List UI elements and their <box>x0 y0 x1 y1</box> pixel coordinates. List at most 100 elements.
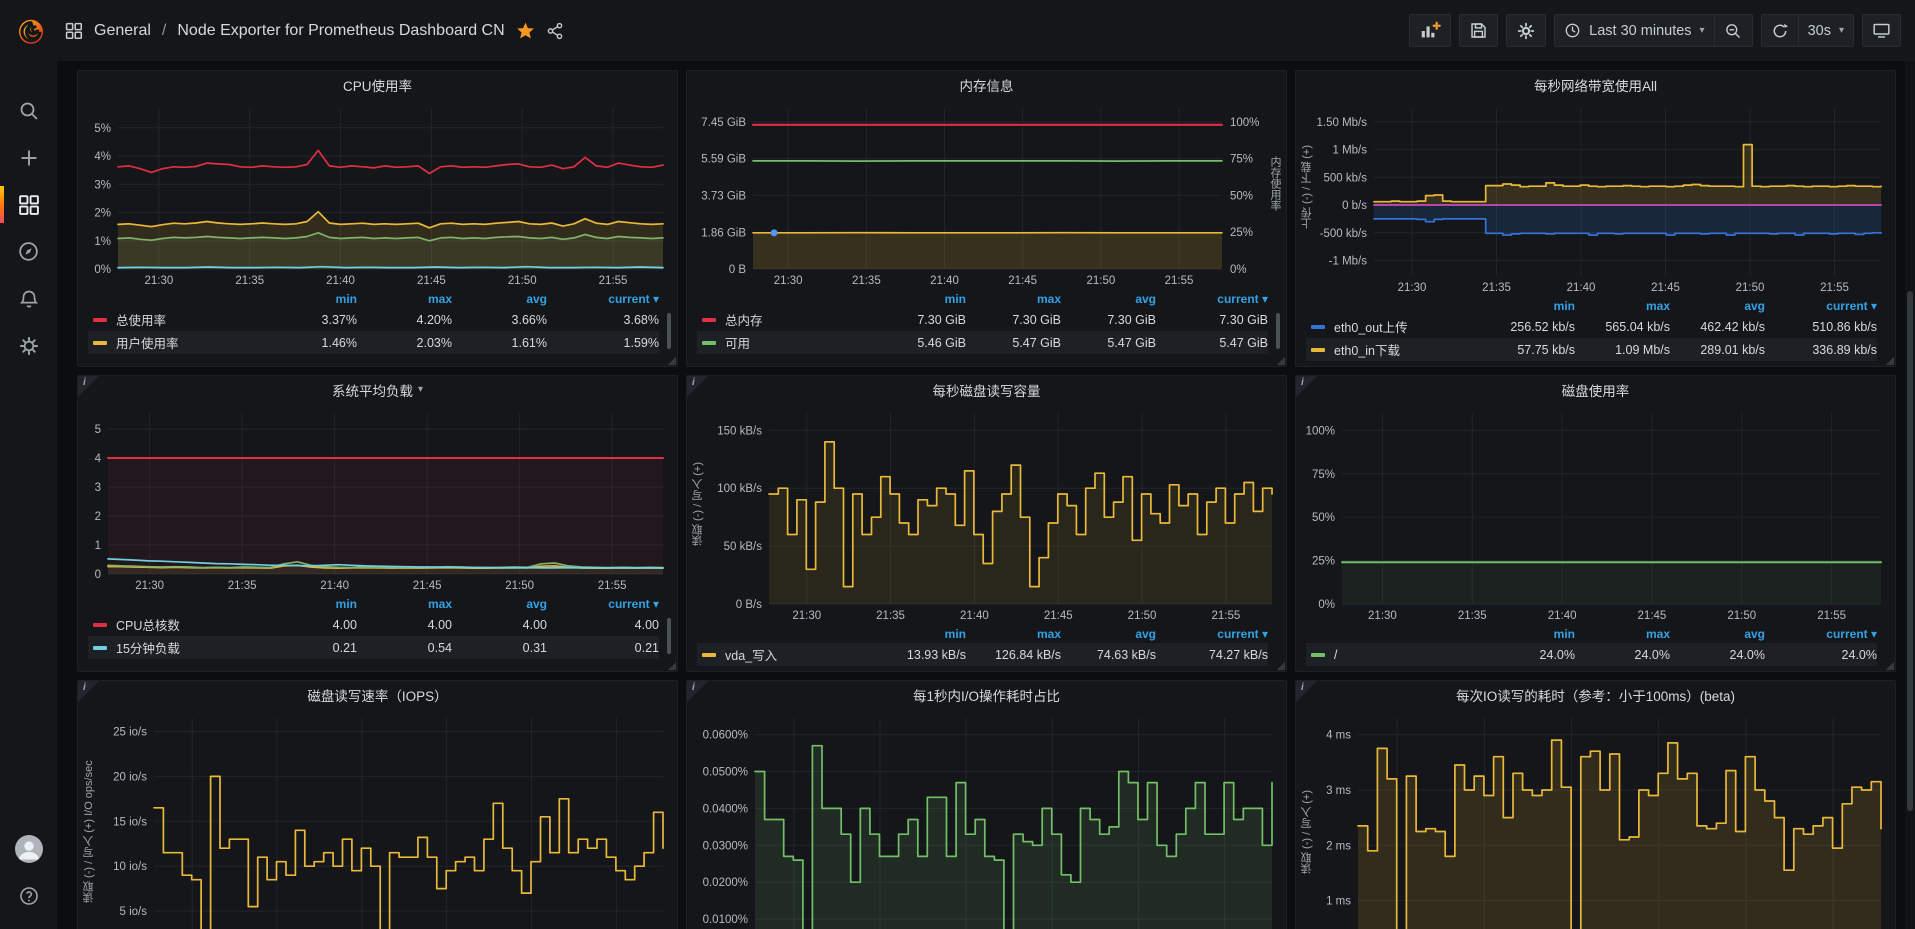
legend-sort-min[interactable]: min <box>262 292 357 306</box>
grafana-logo[interactable] <box>10 10 52 52</box>
legend-series-swatch[interactable] <box>702 341 716 345</box>
legend-sort-avg[interactable]: avg <box>1061 627 1156 641</box>
legend-sort-current[interactable]: current ▾ <box>547 292 659 306</box>
page-scrollbar[interactable] <box>1905 61 1915 929</box>
save-dashboard-button[interactable] <box>1459 14 1498 47</box>
legend-series-swatch[interactable] <box>1311 348 1325 352</box>
legend-series-name[interactable]: 15分钟负载 <box>116 638 262 657</box>
panel-info-icon[interactable]: i <box>687 376 708 397</box>
legend-sort-max[interactable]: max <box>357 597 452 611</box>
legend-series-name[interactable]: eth0_in下载 <box>1334 340 1480 359</box>
legend-sort-avg[interactable]: avg <box>1670 627 1765 641</box>
legend-series-name[interactable]: 可用 <box>725 333 871 352</box>
legend-series-name[interactable]: 总内存 <box>725 310 871 329</box>
legend-sort-max[interactable]: max <box>1575 627 1670 641</box>
legend-series-name[interactable]: CPU总核数 <box>116 615 262 634</box>
panel-title-bar[interactable]: 每次IO读写的耗时（参考：小于100ms）(beta) <box>1296 681 1895 708</box>
legend-series-swatch[interactable] <box>93 318 107 322</box>
legend-sort-min[interactable]: min <box>871 627 966 641</box>
legend-series-swatch[interactable] <box>1311 653 1325 657</box>
panel-chart[interactable]: 读取 (-) / 写入 (+)21:3021:3521:4021:4521:50… <box>687 403 1286 624</box>
sidebar-item-help[interactable] <box>0 872 57 919</box>
panel-title-bar[interactable]: 每秒网络带宽使用All <box>1296 71 1895 98</box>
panel-title-bar[interactable]: CPU使用率 <box>78 71 677 98</box>
breadcrumb-folder[interactable]: General <box>94 22 151 40</box>
cycle-view-mode-button[interactable] <box>1862 14 1901 47</box>
page-scrollbar-thumb[interactable] <box>1907 291 1913 811</box>
panel-chart[interactable]: 21:3021:3521:4021:4521:5021:55543210 <box>78 403 677 594</box>
legend-sort-max[interactable]: max <box>966 627 1061 641</box>
legend-series-swatch[interactable] <box>93 341 107 345</box>
panel-info-icon[interactable]: i <box>78 681 99 702</box>
legend-sort-current[interactable]: current ▾ <box>547 597 659 611</box>
panel-info-icon[interactable]: i <box>687 681 708 702</box>
legend-series-swatch[interactable] <box>702 318 716 322</box>
legend-sort-current[interactable]: current ▾ <box>1765 299 1877 313</box>
panel-info-icon[interactable]: i <box>1296 681 1317 702</box>
panel-title-bar[interactable]: 磁盘使用率 <box>1296 376 1895 403</box>
legend-sort-avg[interactable]: avg <box>452 597 547 611</box>
panel-chart[interactable]: 上传 (-) / 下载 (+)21:3021:3521:4021:4521:50… <box>1296 98 1895 296</box>
panel-resize-handle[interactable] <box>668 662 676 670</box>
panel-chart[interactable]: 内存使用率21:3021:3521:4021:4521:5021:557.45 … <box>687 98 1286 289</box>
sidebar-item-dashboards[interactable] <box>0 181 57 228</box>
panel-info-icon[interactable]: i <box>78 376 99 397</box>
legend-sort-current[interactable]: current ▾ <box>1156 627 1268 641</box>
legend-series-name[interactable]: / <box>1334 648 1480 662</box>
sidebar-item-create[interactable] <box>0 134 57 181</box>
share-icon[interactable] <box>546 22 564 40</box>
panel-title-bar[interactable]: 系统平均负载▾ <box>78 376 677 403</box>
panel-resize-handle[interactable] <box>1277 662 1285 670</box>
panel-title-bar[interactable]: 每秒磁盘读写容量 <box>687 376 1286 403</box>
panel-title-bar[interactable]: 内存信息 <box>687 71 1286 98</box>
panel-chart[interactable]: 21:3021:3521:4021:4521:5021:555%4%3%2%1%… <box>78 98 677 289</box>
refresh-interval-button[interactable]: 30s ▾ <box>1799 14 1854 47</box>
legend-series-swatch[interactable] <box>1311 325 1325 329</box>
panel-chart[interactable]: 读取 (-) / 写入 (+)21:3021:3521:4021:4521:50… <box>1296 708 1895 929</box>
legend-series-name[interactable]: 用户使用率 <box>116 333 262 352</box>
sidebar-item-search[interactable] <box>0 87 57 134</box>
panel-info-icon[interactable]: i <box>1296 376 1317 397</box>
legend-sort-current[interactable]: current ▾ <box>1765 627 1877 641</box>
sidebar-item-explore[interactable] <box>0 228 57 275</box>
legend-series-swatch[interactable] <box>93 646 107 650</box>
user-avatar[interactable] <box>0 825 57 872</box>
legend-series-name[interactable]: 总使用率 <box>116 310 262 329</box>
dashboard-settings-button[interactable] <box>1506 14 1546 47</box>
panel-resize-handle[interactable] <box>1886 662 1894 670</box>
panel-chart[interactable]: 读取 (-) / 写入 (+) I/O ops/sec21:3021:3521:… <box>78 708 677 929</box>
panel-resize-handle[interactable] <box>1886 357 1894 365</box>
legend-sort-min[interactable]: min <box>1480 627 1575 641</box>
refresh-button[interactable] <box>1761 14 1799 47</box>
legend-sort-max[interactable]: max <box>966 292 1061 306</box>
legend-sort-min[interactable]: min <box>871 292 966 306</box>
legend-sort-max[interactable]: max <box>357 292 452 306</box>
panel-resize-handle[interactable] <box>668 357 676 365</box>
panel-title-bar[interactable]: 磁盘读写速率（IOPS） <box>78 681 677 708</box>
favorite-star-icon[interactable] <box>516 21 535 40</box>
legend-series-name[interactable]: eth0_out上传 <box>1334 317 1480 336</box>
add-panel-button[interactable] <box>1409 14 1451 47</box>
legend-series-swatch[interactable] <box>702 653 716 657</box>
panel-chart[interactable]: 21:3021:3521:4021:4521:5021:55100%75%50%… <box>1296 403 1895 624</box>
panel-title-bar[interactable]: 每1秒内I/O操作耗时占比 <box>687 681 1286 708</box>
legend-sort-max[interactable]: max <box>1575 299 1670 313</box>
legend-series-name[interactable]: vda_写入 <box>725 645 871 664</box>
legend-sort-current[interactable]: current ▾ <box>1156 292 1268 306</box>
sidebar-item-configuration[interactable] <box>0 322 57 369</box>
panel-chart[interactable]: 21:3021:3521:4021:4521:5021:550.0600%0.0… <box>687 708 1286 929</box>
sidebar-item-alerting[interactable] <box>0 275 57 322</box>
dashboard-title[interactable]: Node Exporter for Prometheus Dashboard C… <box>177 22 504 40</box>
legend-scrollbar[interactable] <box>1276 313 1280 349</box>
legend-sort-avg[interactable]: avg <box>452 292 547 306</box>
time-range-button[interactable]: Last 30 minutes ▾ <box>1554 14 1714 47</box>
legend-sort-min[interactable]: min <box>1480 299 1575 313</box>
legend-sort-min[interactable]: min <box>262 597 357 611</box>
legend-series-swatch[interactable] <box>93 623 107 627</box>
zoom-out-button[interactable] <box>1715 14 1753 47</box>
legend-scrollbar[interactable] <box>667 618 671 654</box>
legend-sort-avg[interactable]: avg <box>1670 299 1765 313</box>
legend-scrollbar[interactable] <box>667 313 671 349</box>
panel-resize-handle[interactable] <box>1277 357 1285 365</box>
legend-sort-avg[interactable]: avg <box>1061 292 1156 306</box>
